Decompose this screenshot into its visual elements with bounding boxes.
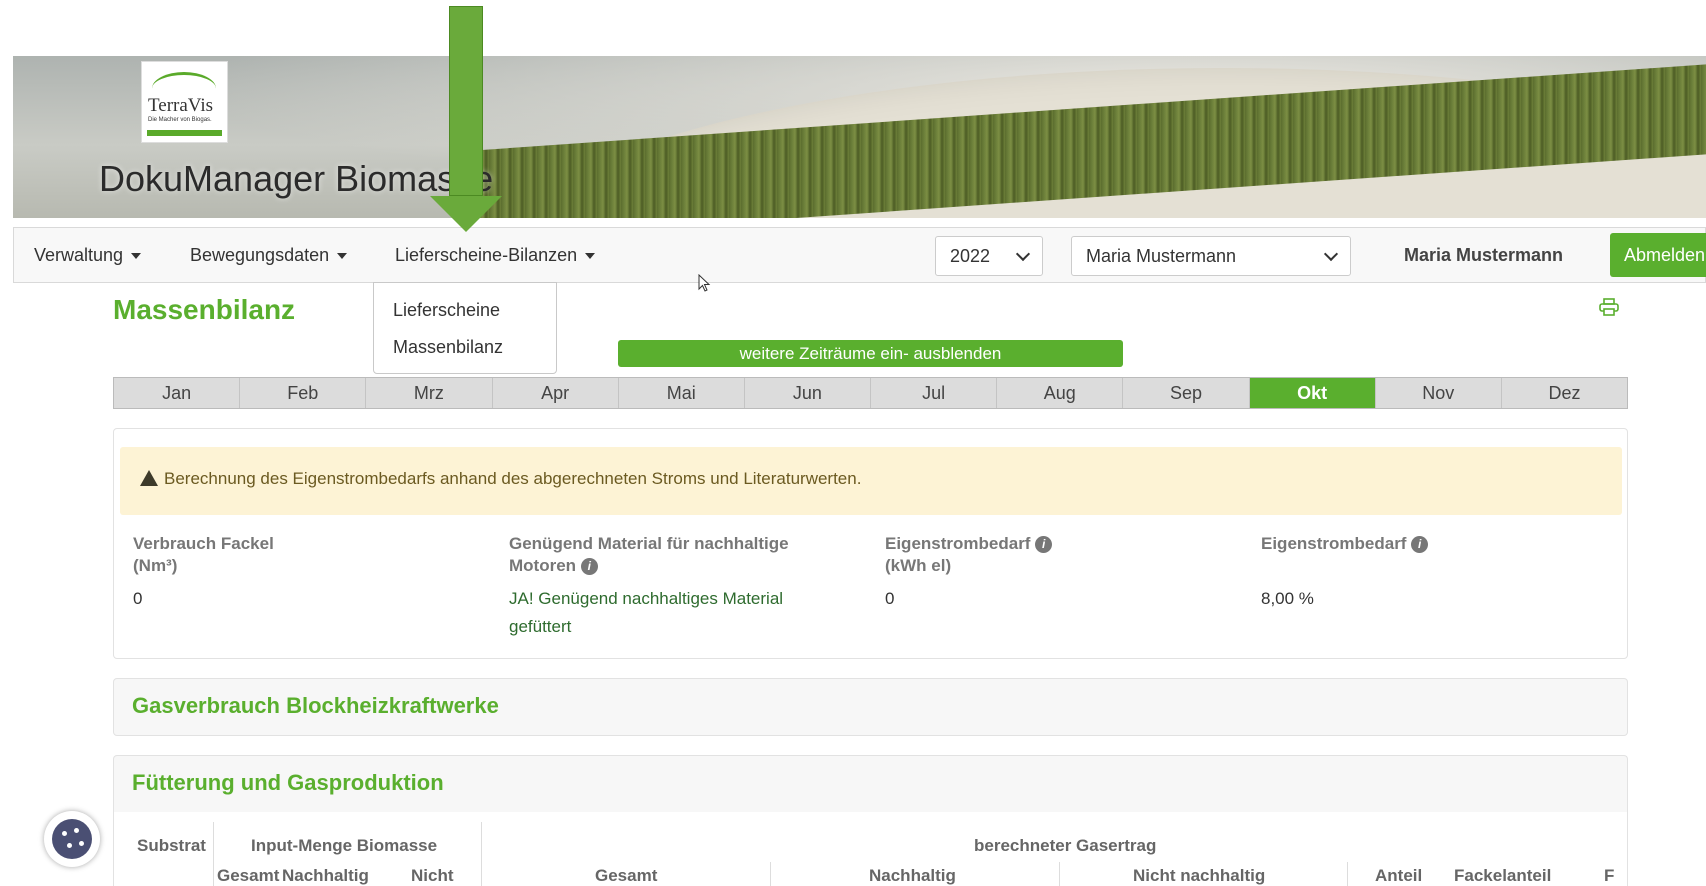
col-head-line2-row: Motoren i [509, 555, 789, 577]
nav-bewegungsdaten[interactable]: Bewegungsdaten [190, 228, 348, 282]
dropdown-item-lieferscheine[interactable]: Lieferscheine [393, 300, 500, 321]
nav-lieferscheine-bilanzen[interactable]: Lieferscheine-Bilanzen [395, 228, 596, 282]
col-head-line2: (kWh el) [885, 556, 952, 575]
user-select-value: Maria Mustermann [1086, 246, 1237, 266]
th-sub-gesamt: Gesamt [217, 866, 280, 885]
col-head-eigenstrombedarf-percent: Eigenstrombedarf i [1261, 533, 1429, 555]
main-navbar: Verwaltung Bewegungsdaten Lieferscheine-… [13, 227, 1706, 283]
nav-verwaltung[interactable]: Verwaltung [34, 228, 142, 282]
col-head-line1-row: Eigenstrombedarf i [1261, 533, 1429, 555]
section-fuetterung-title: Fütterung und Gasproduktion [132, 770, 444, 795]
chevron-down-icon [1323, 246, 1339, 262]
month-mrz[interactable]: Mrz [366, 378, 493, 408]
value-genuegend-material: JA! Genügend nachhaltiges Material gefüt… [509, 585, 783, 641]
chevron-down-icon [1015, 246, 1031, 262]
month-aug[interactable]: Aug [997, 378, 1124, 408]
logo-strip [147, 130, 222, 136]
section-gasverbrauch[interactable]: Gasverbrauch Blockheizkraftwerke [113, 678, 1628, 736]
col-head-line2: Motoren [509, 556, 577, 575]
month-dez[interactable]: Dez [1502, 378, 1627, 408]
section-gasverbrauch-title: Gasverbrauch Blockheizkraftwerke [132, 693, 499, 718]
info-icon[interactable]: i [580, 558, 598, 575]
th-anteil: Anteil [1375, 866, 1423, 885]
month-nov[interactable]: Nov [1376, 378, 1502, 408]
toggle-periods-button[interactable]: weitere Zeiträume ein- ausblenden [618, 340, 1123, 367]
col-head-line1: Genügend Material für nachhaltige [509, 534, 789, 553]
th-nachhaltig: Nachhaltig [869, 866, 956, 885]
info-icon[interactable]: i [1035, 536, 1053, 553]
app-title: DokuManager Biomasse [99, 158, 494, 199]
annotation-arrow-head [430, 196, 502, 232]
year-select[interactable]: 2022 [935, 236, 1043, 276]
feed-gas-table: Substrat Input-Menge Biomasse berechnete… [113, 812, 1628, 886]
month-feb[interactable]: Feb [240, 378, 367, 408]
mouse-cursor-icon [698, 274, 711, 292]
terravis-logo[interactable]: TerraVis Die Macher von Biogas. [141, 61, 228, 143]
col-head-genuegend-material: Genügend Material für nachhaltige Motore… [509, 533, 789, 577]
caret-down-icon [131, 253, 142, 260]
logo-tagline: Die Macher von Biogas. [148, 117, 212, 123]
year-select-value: 2022 [950, 246, 991, 266]
month-sep[interactable]: Sep [1123, 378, 1250, 408]
summary-card: Berechnung des Eigenstrombedarfs anhand … [113, 428, 1628, 659]
month-apr[interactable]: Apr [493, 378, 619, 408]
page-title: Massenbilanz [113, 294, 296, 325]
th-gesamt: Gesamt [595, 866, 658, 885]
lieferscheine-bilanzen-dropdown: Lieferscheine Massenbilanz [373, 282, 557, 374]
col-head-line2: (Nm³) [133, 556, 178, 575]
col-head-eigenstrombedarf-kwh: Eigenstrombedarf i (kWh el) [885, 533, 1053, 577]
value-verbrauch-fackel: 0 [133, 589, 143, 608]
alert-message: Berechnung des Eigenstrombedarfs anhand … [164, 469, 862, 488]
user-select[interactable]: Maria Mustermann [1071, 236, 1351, 276]
logout-button[interactable]: Abmelden [1610, 233, 1706, 277]
th-substrat: Substrat [137, 836, 206, 855]
value-eigenstrombedarf-percent: 8,00 % [1261, 589, 1314, 608]
annotation-arrow-shaft [449, 6, 483, 196]
col-head-line1: Verbrauch Fackel [133, 534, 274, 553]
table-divider [770, 862, 771, 886]
warning-alert: Berechnung des Eigenstrombedarfs anhand … [120, 447, 1622, 515]
table-divider [1059, 862, 1060, 886]
logged-in-user: Maria Mustermann [1404, 245, 1564, 265]
th-f: F [1604, 866, 1615, 885]
print-icon[interactable] [1599, 298, 1619, 316]
col-head-line1: Eigenstrombedarf [1261, 534, 1407, 553]
value-line2: gefüttert [509, 617, 572, 636]
month-jun[interactable]: Jun [745, 378, 872, 408]
caret-down-icon [585, 253, 596, 260]
col-head-line1: Eigenstrombedarf [885, 534, 1031, 553]
nav-lieferscheine-bilanzen-label: Lieferscheine-Bilanzen [395, 245, 578, 265]
section-fuetterung[interactable]: Fütterung und Gasproduktion [113, 755, 1628, 813]
cookie-settings-button[interactable] [44, 811, 100, 867]
info-icon[interactable]: i [1411, 536, 1429, 553]
nav-bewegungsdaten-label: Bewegungsdaten [190, 245, 330, 265]
table-divider [213, 822, 214, 886]
cookie-icon [52, 819, 92, 859]
dropdown-item-massenbilanz[interactable]: Massenbilanz [393, 337, 503, 358]
alert-text-row: Berechnung des Eigenstrombedarfs anhand … [140, 469, 861, 489]
th-nicht-nachhaltig: Nicht nachhaltig [1133, 866, 1266, 885]
table-divider [481, 822, 482, 886]
month-selector: Jan Feb Mrz Apr Mai Jun Jul Aug Sep Okt … [113, 377, 1628, 409]
table-divider [1347, 862, 1348, 886]
value-line1: JA! Genügend nachhaltiges Material [509, 589, 784, 608]
warning-icon [140, 470, 158, 486]
month-mai[interactable]: Mai [619, 378, 745, 408]
th-sub-nachhaltig: Nachhaltig [282, 866, 369, 885]
logo-text: TerraVis [148, 95, 214, 116]
col-head-line1-row: Eigenstrombedarf i [885, 533, 1053, 555]
th-input-menge: Input-Menge Biomasse [251, 836, 438, 855]
th-gasertrag: berechneter Gasertrag [974, 836, 1157, 855]
th-sub-nicht: Nicht [411, 866, 454, 885]
caret-down-icon [337, 253, 348, 260]
month-jul[interactable]: Jul [871, 378, 998, 408]
month-jan[interactable]: Jan [114, 378, 241, 408]
value-eigenstrombedarf-kwh: 0 [885, 589, 895, 608]
month-okt[interactable]: Okt [1249, 378, 1376, 408]
nav-verwaltung-label: Verwaltung [34, 245, 124, 265]
col-head-verbrauch-fackel: Verbrauch Fackel (Nm³) [133, 533, 274, 577]
th-fackelanteil: Fackelanteil [1454, 866, 1552, 885]
